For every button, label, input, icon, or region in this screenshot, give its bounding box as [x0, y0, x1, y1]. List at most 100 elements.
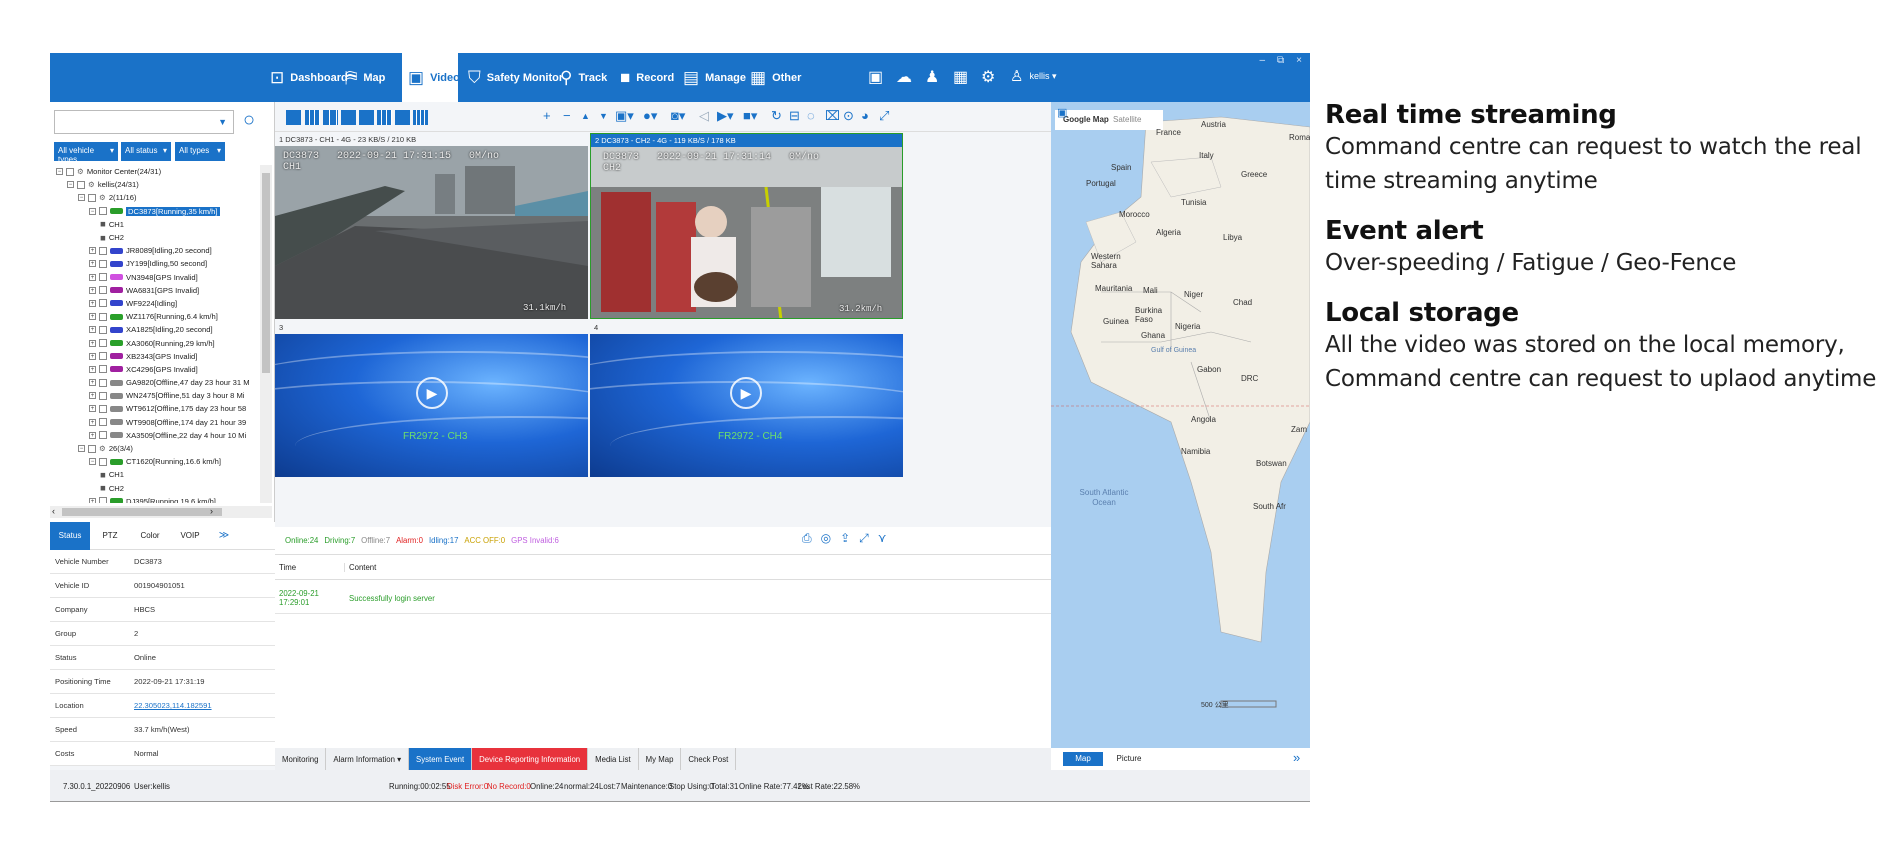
tree-channel-item[interactable]: ◼ CH1 — [52, 468, 258, 481]
collapse-icon[interactable]: ⋎ — [878, 531, 887, 546]
save-icon[interactable]: ⊟ — [789, 109, 800, 122]
expand-toggle-icon[interactable]: − — [56, 168, 63, 176]
status-count[interactable]: ACC OFF:0 — [464, 536, 505, 545]
checkbox[interactable] — [99, 286, 107, 295]
layout-6-icon[interactable] — [341, 110, 356, 125]
cloud-icon[interactable]: ☁ — [896, 67, 912, 87]
print-icon[interactable]: ⎙ — [802, 531, 812, 546]
close-button[interactable]: × — [1296, 55, 1302, 66]
tree-vehicle-item[interactable]: + JY199[Idling,50 second] — [52, 257, 258, 270]
tree-vehicle-item[interactable]: + XA3509[Offline,22 day 4 hour 10 Mi — [52, 429, 258, 442]
filter-status[interactable]: All status ▾ — [121, 142, 171, 161]
checkbox[interactable] — [77, 180, 85, 189]
up-icon[interactable]: ▲ — [581, 112, 590, 121]
expand-toggle-icon[interactable]: + — [89, 339, 96, 347]
stop-icon[interactable]: ■▾ — [743, 109, 757, 122]
tab-status[interactable]: Status — [50, 521, 90, 550]
expand-toggle-icon[interactable]: + — [89, 431, 96, 439]
layout-9-icon[interactable] — [377, 110, 392, 125]
tree-vehicle-item[interactable]: + XB2343[GPS Invalid] — [52, 350, 258, 363]
nav-dashboard[interactable]: ⊡ Dashboard — [270, 53, 348, 102]
tree-vehicle-item[interactable]: + GA9820[Offline,47 day 23 hour 31 M — [52, 376, 258, 389]
expand-toggle-icon[interactable]: − — [78, 194, 85, 202]
restore-button[interactable]: ⧉ — [1277, 55, 1284, 66]
tree-group-item[interactable]: − ⚙ 26(3/4) — [52, 442, 258, 455]
tree-vehicle-item[interactable]: + XC4296[GPS Invalid] — [52, 363, 258, 376]
layout-16-icon[interactable] — [413, 110, 428, 125]
tab-map[interactable]: Map — [1063, 752, 1103, 766]
checkbox[interactable] — [99, 207, 107, 216]
user-menu[interactable]: ♙ kellis ▾ — [1010, 67, 1056, 85]
monitor-icon[interactable]: ▣ — [868, 67, 883, 87]
tree-group-item[interactable]: − ⚙ kellis(24/31) — [52, 178, 258, 191]
expand-toggle-icon[interactable]: + — [89, 352, 96, 360]
nav-safety-monitor[interactable]: ⛉ Safety Monitor — [468, 53, 563, 102]
tab-alarm-information[interactable]: Alarm Information ▾ — [326, 748, 410, 770]
expand-toggle-icon[interactable]: + — [89, 365, 96, 373]
tab-system-event[interactable]: System Event — [409, 748, 473, 770]
nav-other[interactable]: ▦ Other — [750, 53, 801, 102]
tree-vehicle-item[interactable]: + DJ395[Running,19.6 km/h] — [52, 495, 258, 503]
expand-toggle-icon[interactable]: + — [89, 497, 96, 503]
tree-vehicle-item[interactable]: + XA1825[Idling,20 second] — [52, 323, 258, 336]
status-count[interactable]: Driving:7 — [324, 536, 355, 545]
checkbox[interactable] — [88, 444, 96, 453]
checkbox[interactable] — [99, 431, 107, 440]
expand-toggle-icon[interactable]: − — [89, 207, 96, 215]
refresh-icon[interactable]: ↻ — [771, 109, 782, 122]
palette-icon[interactable]: ◕ — [861, 109, 869, 122]
expand-toggle-icon[interactable]: + — [89, 405, 96, 413]
expand-toggle-icon[interactable]: + — [89, 326, 96, 334]
checkbox[interactable] — [99, 299, 107, 308]
window-icon[interactable]: ▣▾ — [615, 109, 634, 122]
expand-toggle-icon[interactable]: + — [89, 299, 96, 307]
tree-group-item[interactable]: − ⚙ Monitor Center(24/31) — [52, 165, 258, 178]
tab-voip[interactable]: VOIP — [170, 522, 210, 550]
expand-toggle-icon[interactable]: − — [67, 181, 74, 189]
fullscreen-icon[interactable]: ⤢ — [879, 109, 889, 122]
nav-video[interactable]: ▣ Video — [402, 53, 460, 102]
info-value[interactable]: 22.305023,114.182591 — [134, 701, 212, 710]
tree-vehicle-item[interactable]: + WA6831[GPS Invalid] — [52, 284, 258, 297]
video-cell-3[interactable]: 3 ▶ FR2972 - CH3 — [275, 321, 588, 477]
checkbox[interactable] — [99, 325, 107, 334]
video-cell-2[interactable]: 2 DC3873 - CH2 - 4G - 119 KB/S / 178 KB … — [590, 133, 903, 319]
filter-types[interactable]: All types ▾ — [175, 142, 225, 161]
down-icon[interactable]: ▼ — [599, 112, 608, 121]
expand-toggle-icon[interactable]: + — [89, 379, 96, 387]
tree-horizontal-scrollbar[interactable]: ‹ › — [50, 506, 272, 518]
tree-vehicle-item[interactable]: − CT1620[Running,16.6 km/h] — [52, 455, 258, 468]
checkbox[interactable] — [88, 193, 96, 202]
checkbox[interactable] — [99, 391, 107, 400]
checkbox[interactable] — [99, 246, 107, 255]
search-input[interactable]: ▼ — [54, 110, 234, 134]
map-tab-google[interactable]: Google Map — [1063, 115, 1109, 124]
tree-vehicle-item[interactable]: + WZ1176[Running,6.4 km/h] — [52, 310, 258, 323]
tree-group-item[interactable]: − ⚙ 2(11/16) — [52, 191, 258, 204]
gear-icon[interactable]: ⚙ — [981, 67, 995, 87]
map-tab-satellite[interactable]: Satellite — [1113, 115, 1141, 124]
checkbox[interactable] — [99, 273, 107, 282]
info-icon[interactable]: ●▾ — [643, 109, 657, 122]
save-map-icon[interactable]: ▣ — [1057, 106, 1067, 119]
tree-vehicle-item[interactable]: + VN3948[GPS Invalid] — [52, 271, 258, 284]
expand-icon[interactable]: » — [1293, 750, 1300, 765]
tab-picture[interactable]: Picture — [1109, 752, 1149, 766]
video-cell-4[interactable]: 4 ▶ FR2972 - CH4 — [590, 321, 903, 477]
checkbox[interactable] — [99, 404, 107, 413]
status-count[interactable]: Online:24 — [285, 536, 318, 545]
layout-10-icon[interactable] — [395, 110, 410, 125]
tree-channel-item[interactable]: ◼ CH1 — [52, 218, 258, 231]
nav-map[interactable]: ⛿ Map — [345, 53, 385, 102]
checkbox[interactable] — [99, 312, 107, 321]
tab-color[interactable]: Color — [130, 522, 170, 550]
nav-manage[interactable]: ▤ Manage — [683, 53, 746, 102]
nav-record[interactable]: ■ Record — [620, 53, 674, 102]
tree-vehicle-item[interactable]: + WT9612[Offline,175 day 23 hour 58 — [52, 402, 258, 415]
status-count[interactable]: Idling:17 — [429, 536, 458, 545]
expand-toggle-icon[interactable]: + — [89, 313, 96, 321]
expand-toggle-icon[interactable]: − — [78, 445, 85, 453]
layout-4-icon[interactable] — [323, 110, 338, 125]
delete-icon[interactable]: ⌧ — [825, 109, 840, 122]
tree-channel-item[interactable]: ◼ CH2 — [52, 231, 258, 244]
